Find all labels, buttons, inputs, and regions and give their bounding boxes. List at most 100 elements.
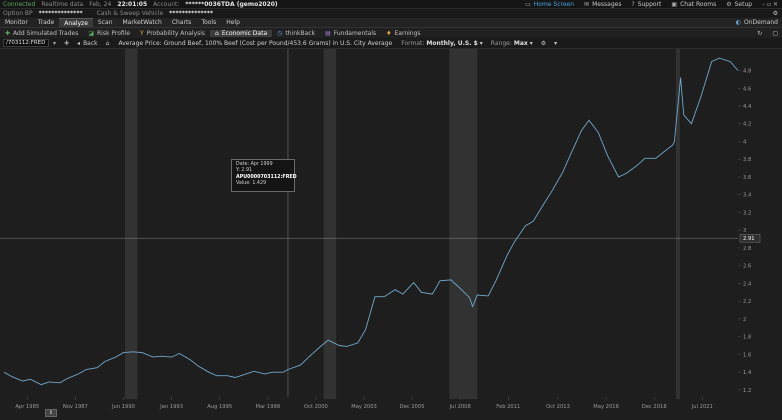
x-tick-label: Mar 1998 [255,404,280,410]
y-tick-label: 4 [743,139,747,145]
home-icon[interactable]: ⌂ [102,40,114,47]
x-tick-label: Dec 2005 [400,404,425,410]
symbol-input[interactable]: /703112:FRED [3,39,49,47]
earnings-button[interactable]: ♦ Earnings [381,30,425,37]
analyze-toolbar: ✚ Add Simulated Trades ◪ Risk Profile Y Pro… [0,28,782,38]
risk-profile-icon: ◪ [88,29,95,37]
time-scroll-handle[interactable]: ⇕ [45,409,57,417]
connection-status: Connected [3,0,36,8]
tab-tools[interactable]: Tools [196,18,221,27]
y-tick-label: 3 [743,228,746,234]
status-bar: Connected Realtime data Feb, 24 22:01:05… [0,0,782,9]
chat-rooms-button[interactable]: ▣ Chat Rooms [671,1,716,8]
status-date: Feb, 24 [89,0,112,8]
settings-dropdown-icon[interactable]: ▾ [550,40,561,47]
y-tick-label: 2.4 [743,281,752,287]
realtime-status: Realtime data [41,0,84,8]
risk-profile-button[interactable]: ◪ Risk Profile [83,30,135,37]
x-tick-label: Apr 1985 [15,404,39,410]
data-tooltip: Date: Apr 1999 Y: 2.91 APU0000703112:FRE… [231,159,297,192]
tooltip-value: Value: 1.429 [236,180,267,186]
probability-analysis-button[interactable]: Y Probability Analysis [135,30,210,37]
tab-charts[interactable]: Charts [167,18,197,27]
recession-shade [125,49,138,399]
y-tick-label: 3.2 [743,210,751,216]
x-tick-label: Oct 2000 [304,404,328,410]
y-tick-label: 1.8 [743,335,751,341]
ondemand-button[interactable]: ◐ OnDemand [736,19,778,26]
x-tick-label: Dec 2018 [642,404,667,410]
x-tick-label: Aug 1995 [207,404,232,410]
account-bar-gear-icon[interactable]: ⚙ [773,10,778,17]
fundamentals-icon: ▤ [325,29,331,37]
crosshair-value-label: 2.91 [743,236,755,242]
home-screen-button[interactable]: ▭ Home Screen [525,1,574,8]
x-tick-label: Oct 2013 [546,404,570,410]
y-tick-label: 2.6 [743,264,751,270]
tab-trade[interactable]: Trade [33,18,59,27]
add-simulated-trades-button[interactable]: ✚ Add Simulated Trades [0,30,83,37]
refresh-icon[interactable]: ↻ [757,30,762,37]
question-icon: ? [631,0,635,8]
chart-title: Average Price: Ground Beef, 100% Beef (C… [118,39,393,47]
tab-marketwatch[interactable]: MarketWatch [118,18,167,27]
range-selector[interactable]: Range: Max ▾ [487,40,537,47]
chevron-down-icon: ▾ [479,39,483,47]
account-selector[interactable]: ******0036TDA (gemo2020) [182,1,280,8]
x-tick-label: Nov 1987 [63,404,88,410]
x-tick-label: Feb 2011 [496,404,520,410]
y-tick-label: 1.4 [743,370,752,376]
economic-data-chart[interactable]: 1.2 1.4 1.6 1.8 2 2.2 2.4 2.6 2.8 3 3.2 3.4 3.6 3.8 4 4… [0,49,782,420]
status-time: 22:01:05 [117,0,148,8]
thinkback-button[interactable]: ◷ thinkBack [272,30,320,37]
chart-header: /703112:FRED ▾ ✚ ◂ Back ⌂ Average Price: … [0,38,782,49]
tooltip-series: APU0000703112:FRED [236,174,297,180]
x-tick-label: Jun 1990 [111,404,135,410]
symbol-dropdown-icon[interactable]: ▾ [49,40,60,47]
chart-canvas[interactable]: 1.2 1.4 1.6 1.8 2 2.2 2.4 2.6 2.8 3 3.2 3.4 3.6 3.8 4 4… [0,49,782,420]
recession-shade [323,49,337,399]
window-controls[interactable]: – ▫ ✕ [762,1,778,8]
fundamentals-button[interactable]: ▤ Fundamentals [320,30,381,37]
economic-data-button[interactable]: ⌂ Economic Data [210,29,273,37]
format-selector[interactable]: Format: Monthly, U.S. $ ▾ [397,40,487,47]
bank-icon: ⌂ [215,29,219,37]
account-label: Account: [153,0,180,8]
x-tick-label: Jul 2008 [449,404,471,410]
x-tick-label: May 2003 [351,404,377,410]
gear-icon: ⚙ [726,0,732,8]
chat-icon: ▣ [671,0,678,8]
y-tick-label: 4.8 [743,69,751,75]
setup-button[interactable]: ⚙ Setup [726,1,752,8]
plus-icon: ✚ [5,29,11,37]
y-tick-label: 4.4 [743,104,752,110]
back-arrow-icon: ◂ [77,39,81,47]
support-button[interactable]: ? Support [632,1,662,8]
tab-scan[interactable]: Scan [93,18,118,27]
tab-monitor[interactable]: Monitor [0,18,33,27]
probability-icon: Y [140,29,144,37]
chart-settings-gear-icon[interactable]: ⚙ [537,40,550,47]
x-tick-label: Jan 1993 [159,404,183,410]
y-tick-label: 2 [743,317,746,323]
tab-help[interactable]: Help [221,18,245,27]
y-tick-label: 3.8 [743,157,751,163]
envelope-icon: ✉ [584,0,590,8]
panel-icon[interactable]: ▢ [772,30,778,37]
chevron-down-icon: ▾ [529,39,533,47]
add-symbol-icon[interactable]: ✚ [60,40,73,47]
messages-button[interactable]: ✉ Messages [584,1,621,8]
account-bar: Option BP ************** Cash & Sweep Ve… [0,9,782,18]
x-tick-label: May 2016 [593,404,619,410]
tab-analyze[interactable]: Analyze [59,18,93,27]
back-button[interactable]: ◂ Back [73,40,102,47]
cash-value: ************** [169,10,214,17]
price-series-line [3,57,739,386]
lightbulb-icon: ♦ [386,29,392,37]
main-menu: Monitor Trade Analyze Scan MarketWatch C… [0,18,782,28]
y-tick-label: 1.6 [743,352,751,358]
recession-shade [449,49,478,399]
option-bp-label: Option BP [3,10,33,17]
y-tick-label: 3.6 [743,175,751,181]
y-tick-label: 2.8 [743,246,751,252]
